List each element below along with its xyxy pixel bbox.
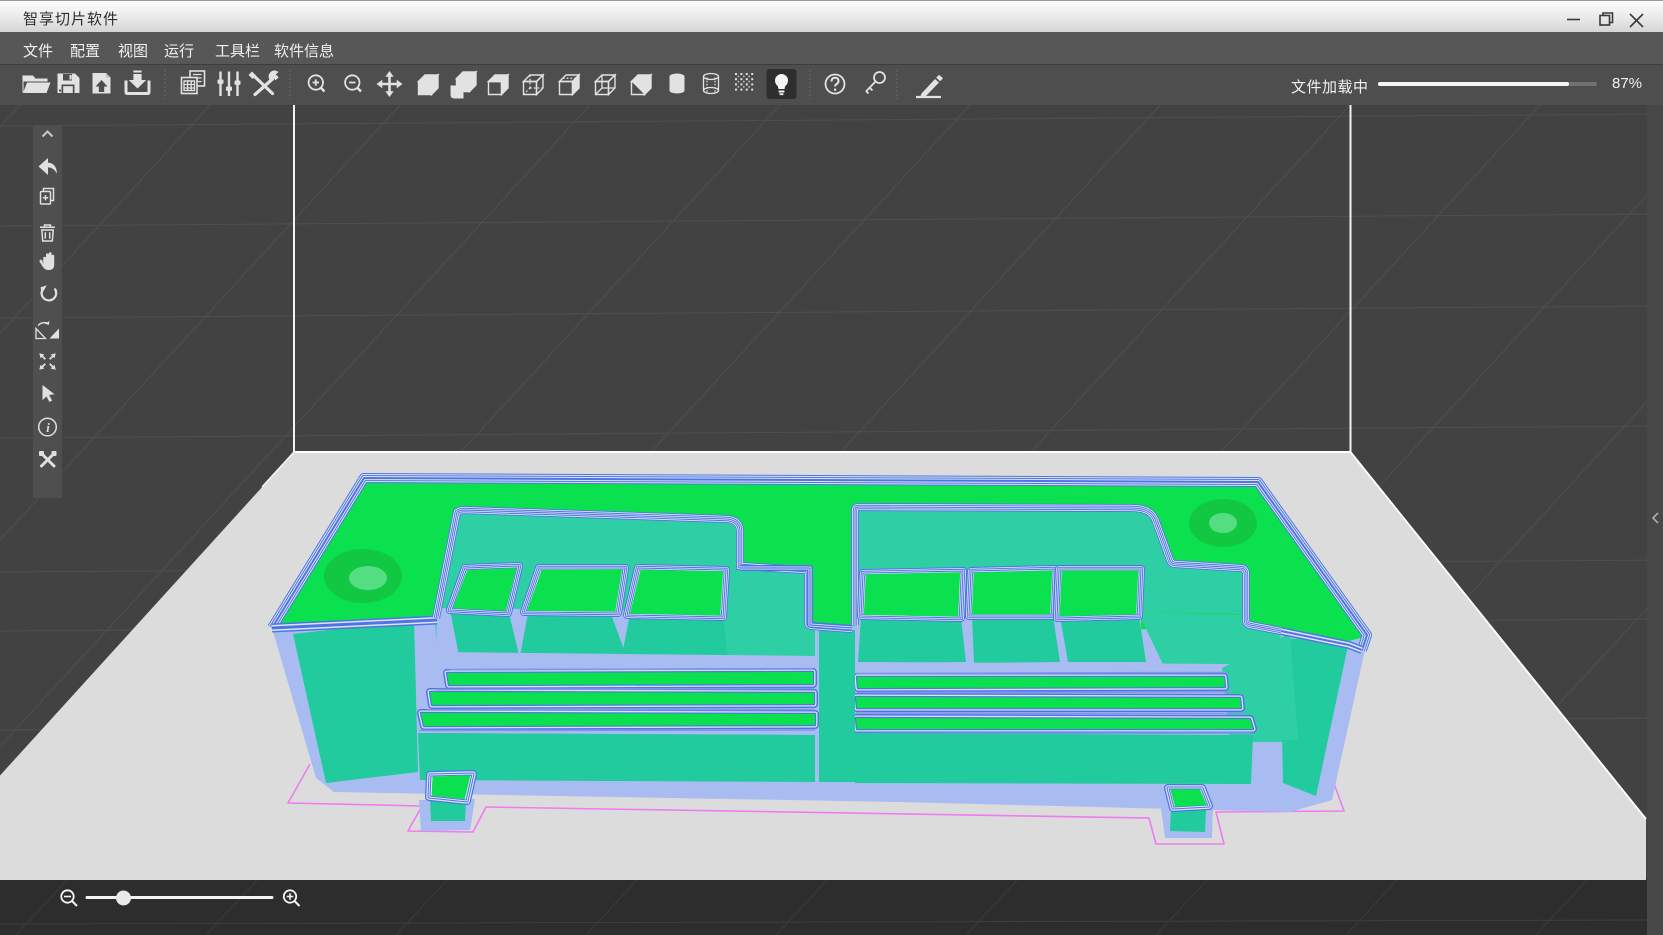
svg-text:i: i xyxy=(46,421,50,435)
